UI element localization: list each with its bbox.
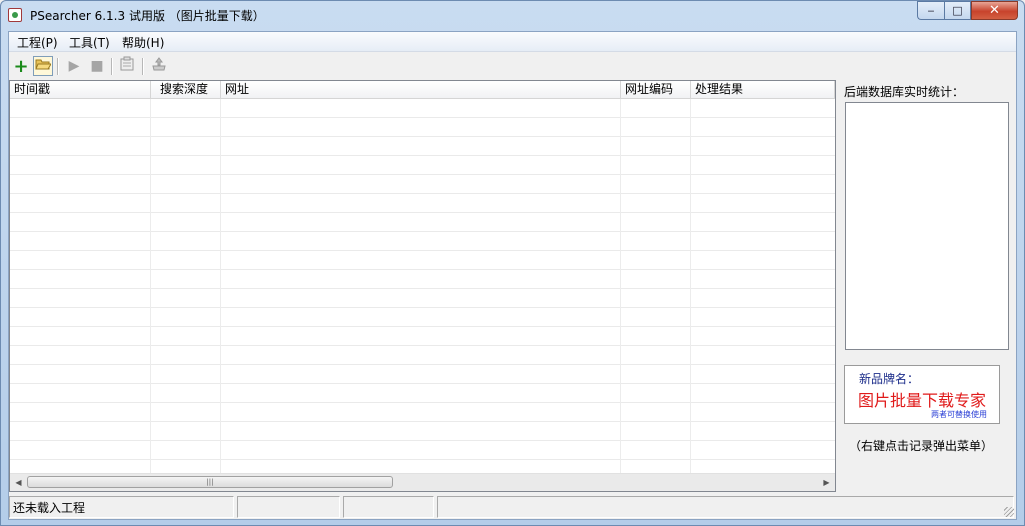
status-pane: [237, 496, 340, 518]
toolbar-separator: [57, 58, 59, 75]
status-bar: 还未载入工程: [9, 495, 1016, 519]
play-icon: ▶: [68, 58, 80, 74]
menu-help[interactable]: 帮助(H): [119, 34, 167, 51]
client-area: 工程(P) 工具(T) 帮助(H) + ▶ ■ 时间戳 搜索深度 网址 网址编码…: [8, 31, 1017, 520]
scroll-thumb[interactable]: |||: [27, 476, 393, 488]
title-bar[interactable]: PSearcher 6.1.3 试用版 （图片批量下载） ‒ □ ✕: [1, 1, 1024, 30]
app-window: PSearcher 6.1.3 试用版 （图片批量下载） ‒ □ ✕ 工程(P)…: [0, 0, 1025, 526]
arrow-left-icon: ◀: [15, 478, 22, 487]
menu-project[interactable]: 工程(P): [14, 34, 61, 51]
promo-brand-name: 图片批量下载专家: [858, 391, 987, 410]
resize-grip[interactable]: [1004, 507, 1014, 517]
toolbar-separator: [142, 58, 144, 75]
promo-banner[interactable]: 新品牌名： 图片批量下载专家 两者可替换使用: [844, 365, 1000, 424]
arrow-right-icon: ▶: [823, 478, 830, 487]
menu-bar: 工程(P) 工具(T) 帮助(H): [9, 32, 1016, 52]
open-folder-icon: [35, 57, 52, 75]
app-icon[interactable]: [8, 8, 22, 22]
column-divider: [620, 99, 621, 474]
minimize-button[interactable]: ‒: [917, 1, 944, 20]
menu-tools[interactable]: 工具(T): [66, 34, 113, 51]
properties-button[interactable]: [117, 56, 137, 76]
stop-icon: ■: [90, 58, 104, 74]
column-divider: [150, 99, 151, 474]
status-pane: [343, 496, 434, 518]
open-project-button[interactable]: [33, 56, 53, 76]
column-header-url-encoding[interactable]: 网址编码: [621, 81, 691, 98]
grip-icon: |||: [206, 478, 214, 486]
promo-note: 两者可替换使用: [931, 410, 987, 419]
maximize-button[interactable]: □: [944, 1, 971, 20]
export-icon: [151, 56, 167, 76]
promo-heading: 新品牌名：: [859, 372, 920, 386]
horizontal-scrollbar[interactable]: ◀ ||| ▶: [10, 473, 835, 491]
column-header-url[interactable]: 网址: [221, 81, 621, 98]
properties-icon: [119, 56, 135, 76]
list-header: 时间戳 搜索深度 网址 网址编码 处理结果: [10, 81, 835, 99]
new-project-button[interactable]: +: [11, 55, 31, 77]
start-button[interactable]: ▶: [64, 56, 84, 76]
close-icon: ✕: [989, 3, 1000, 18]
toolbar: + ▶ ■: [9, 53, 1016, 79]
scroll-right-button[interactable]: ▶: [818, 474, 835, 491]
stop-button[interactable]: ■: [87, 56, 107, 76]
scroll-left-button[interactable]: ◀: [10, 474, 27, 491]
minimize-icon: ‒: [927, 4, 935, 17]
close-button[interactable]: ✕: [971, 1, 1018, 20]
window-title: PSearcher 6.1.3 试用版 （图片批量下载）: [30, 9, 265, 23]
status-pane: [437, 496, 1014, 518]
status-pane-main: 还未载入工程: [9, 496, 234, 518]
export-button[interactable]: [149, 56, 169, 76]
column-divider: [220, 99, 221, 474]
column-header-depth[interactable]: 搜索深度: [151, 81, 221, 98]
column-header-result[interactable]: 处理结果: [691, 81, 835, 98]
maximize-icon: □: [952, 4, 963, 17]
column-divider: [690, 99, 691, 474]
window-controls: ‒ □ ✕: [917, 1, 1018, 21]
stats-label: 后端数据库实时统计：: [844, 85, 965, 99]
results-list[interactable]: 时间戳 搜索深度 网址 网址编码 处理结果 ◀ ||| ▶: [9, 80, 836, 492]
context-menu-hint: （右键点击记录弹出菜单）: [849, 439, 994, 453]
list-body[interactable]: [10, 99, 835, 474]
column-header-timestamp[interactable]: 时间戳: [10, 81, 151, 98]
toolbar-separator: [111, 58, 113, 75]
add-icon: +: [13, 55, 29, 77]
stats-panel[interactable]: [845, 102, 1009, 350]
